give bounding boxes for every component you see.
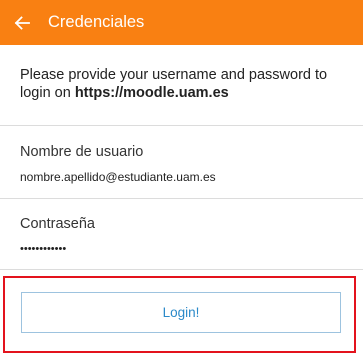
login-button[interactable]: Login! bbox=[21, 292, 341, 333]
login-instructions: Please provide your username and passwor… bbox=[20, 66, 350, 102]
divider bbox=[0, 269, 363, 270]
divider bbox=[0, 125, 363, 126]
arrow-left-icon bbox=[14, 15, 30, 30]
password-input[interactable] bbox=[16, 240, 354, 258]
username-input[interactable] bbox=[16, 168, 354, 186]
page-title: Credenciales bbox=[48, 13, 145, 31]
back-button[interactable] bbox=[4, 0, 40, 45]
app-bar: Credenciales bbox=[0, 0, 363, 45]
site-url: https://moodle.uam.es bbox=[74, 85, 229, 101]
password-label: Contraseña bbox=[20, 216, 95, 232]
divider bbox=[0, 198, 363, 199]
username-label: Nombre de usuario bbox=[20, 144, 144, 160]
